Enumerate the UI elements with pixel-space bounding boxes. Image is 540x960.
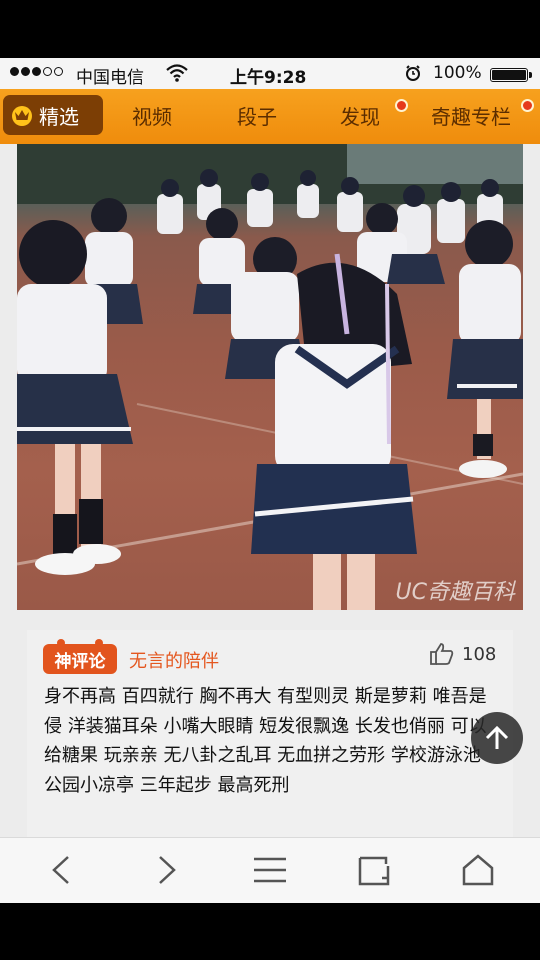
signal-icon [10, 67, 63, 76]
top-black-bar [0, 0, 540, 58]
arrow-up-icon [485, 725, 509, 749]
feed-content: UC奇趣百科 神评论 无言的陪伴 108 身不再高 百四就行 胸不再大 有型则灵… [0, 144, 540, 837]
comment-text: 身不再高 百四就行 胸不再大 有型则灵 斯是萝莉 唯吾是侵 洋装猫耳朵 小嘴大眼… [44, 686, 487, 796]
tab-discover[interactable]: 发现 [340, 101, 380, 130]
forward-icon[interactable] [146, 852, 186, 888]
post-photo[interactable]: UC奇趣百科 [17, 144, 523, 610]
discover-notification-dot [395, 99, 408, 112]
thumbs-up-icon[interactable] [429, 642, 455, 666]
battery-icon [490, 68, 532, 82]
photo-scene [17, 144, 523, 610]
menu-icon[interactable] [250, 852, 290, 888]
tab-video[interactable]: 视频 [132, 101, 172, 130]
column-notification-dot [521, 99, 534, 112]
browser-toolbar [0, 837, 540, 903]
crown-icon [12, 106, 32, 126]
bottom-black-bar [0, 903, 540, 960]
carrier-label: 中国电信 [76, 68, 144, 88]
home-icon[interactable] [458, 852, 498, 888]
clock: 上午9:28 [230, 68, 307, 88]
tabs-icon[interactable] [354, 852, 394, 888]
tab-curious-column[interactable]: 奇趣专栏 [431, 101, 511, 130]
god-comment-badge: 神评论 [43, 639, 117, 674]
featured-comment: 神评论 无言的陪伴 108 身不再高 百四就行 胸不再大 有型则灵 斯是萝莉 唯… [27, 630, 513, 837]
tab-featured[interactable]: 精选 [3, 95, 103, 135]
like-count: 108 [462, 644, 497, 665]
status-bar: 中国电信 上午9:28 100% [0, 58, 540, 89]
alarm-icon [406, 65, 420, 81]
tab-label: 精选 [39, 104, 79, 129]
battery-percent: 100% [433, 63, 482, 83]
comment-username[interactable]: 无言的陪伴 [129, 647, 219, 673]
wifi-icon [166, 64, 188, 82]
category-tab-bar: 精选 视频 段子 发现 奇趣专栏 [0, 89, 540, 144]
scroll-to-top-button[interactable] [471, 712, 523, 764]
photo-watermark: UC奇趣百科 [395, 580, 515, 605]
back-icon[interactable] [42, 852, 82, 888]
tab-jokes[interactable]: 段子 [237, 101, 277, 130]
